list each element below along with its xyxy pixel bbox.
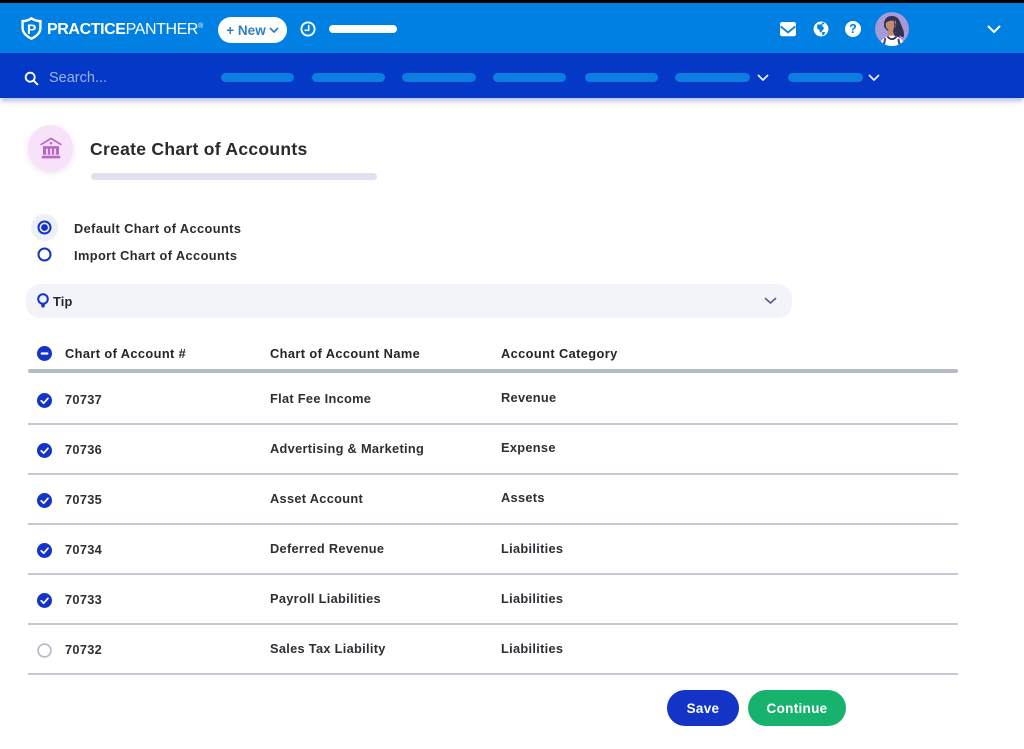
svg-text:P: P (27, 21, 36, 37)
